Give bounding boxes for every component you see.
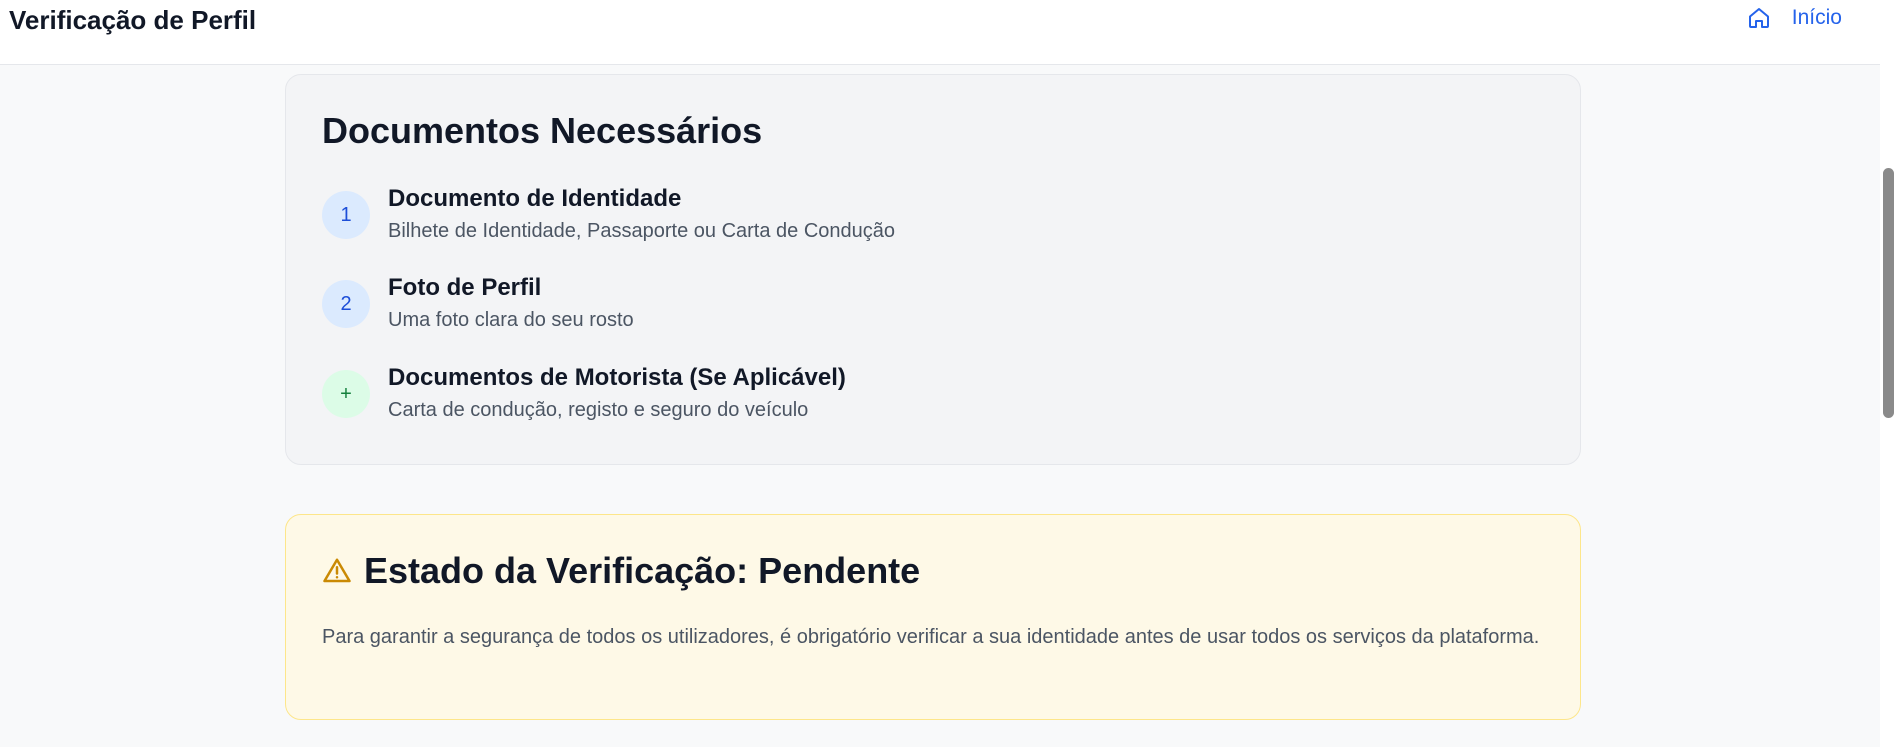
document-description: Bilhete de Identidade, Passaporte ou Car… [388,220,896,242]
verification-status-card: Estado da Verificação: Pendente Para gar… [285,514,1581,720]
home-icon [1747,6,1771,30]
scrollbar-thumb[interactable] [1883,168,1894,418]
status-message: Para garantir a segurança de todos os ut… [322,626,1540,648]
status-header: Estado da Verificação: Pendente [322,549,920,593]
required-documents-card: Documentos Necessários 1 Documento de Id… [285,74,1581,465]
document-description: Uma foto clara do seu rosto [388,309,634,331]
warning-icon [322,556,352,586]
document-description: Carta de condução, registo e seguro do v… [388,399,809,421]
document-item-photo: 2 Foto de Perfil Uma foto clara do seu r… [322,273,634,335]
page-title: Verificação de Perfil [9,5,257,35]
home-link-label: Início [1791,6,1842,29]
home-link[interactable]: Início [1747,6,1842,30]
document-title: Documentos de Motorista (Se Aplicável) [388,364,846,391]
top-header: Verificação de Perfil Início [0,0,1880,65]
document-title: Foto de Perfil [388,274,542,301]
step-badge: 1 [322,191,370,239]
plus-badge: + [322,370,370,418]
document-item-driver: + Documentos de Motorista (Se Aplicável)… [322,363,846,425]
document-title: Documento de Identidade [388,185,682,212]
status-title: Estado da Verificação: Pendente [364,550,921,591]
step-badge: 2 [322,280,370,328]
required-documents-heading: Documentos Necessários [322,110,763,151]
document-item-identity: 1 Documento de Identidade Bilhete de Ide… [322,184,895,246]
